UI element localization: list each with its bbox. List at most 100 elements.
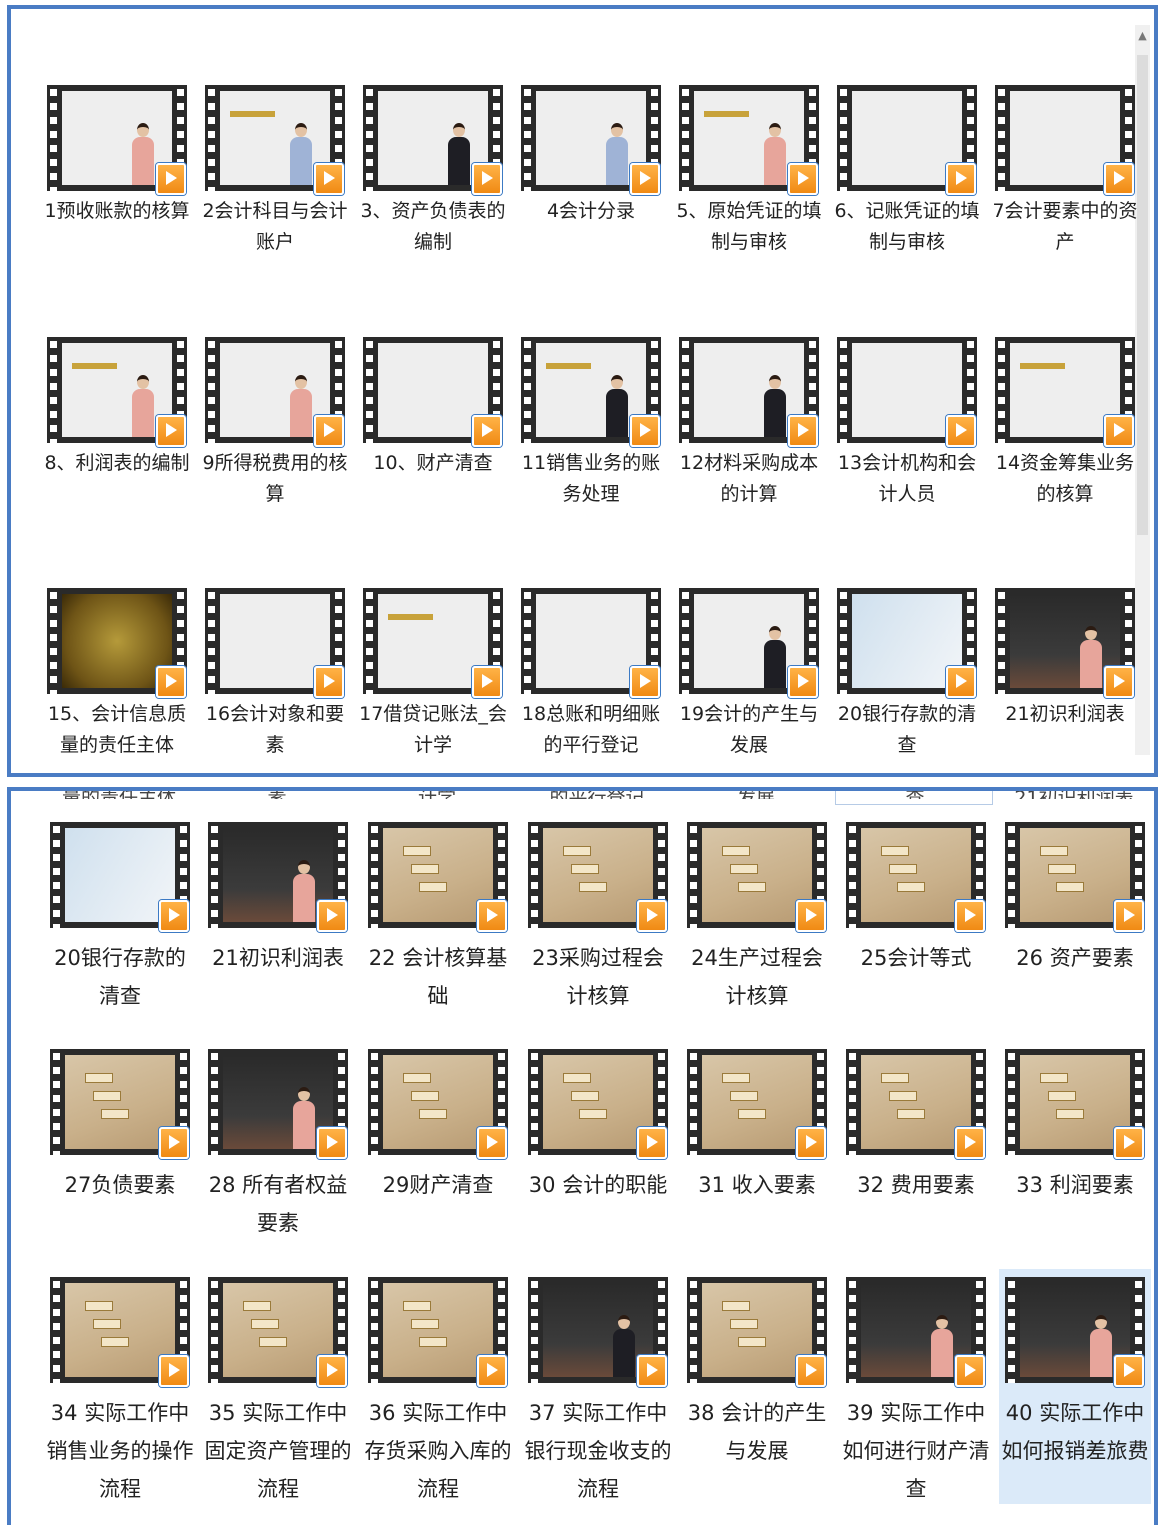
video-thumbnail[interactable] — [50, 1049, 190, 1159]
video-file-item[interactable]: 26 资产要素 — [999, 814, 1151, 1049]
video-thumbnail[interactable] — [1005, 1277, 1145, 1387]
video-thumbnail[interactable] — [47, 337, 187, 447]
video-file-item[interactable]: 16会计对象和要素 — [199, 580, 351, 773]
video-thumbnail[interactable] — [208, 1277, 348, 1387]
video-play-icon — [946, 163, 976, 195]
video-thumbnail[interactable] — [50, 1277, 190, 1387]
video-file-item[interactable]: 21初识利润表 — [202, 814, 354, 1049]
video-file-item[interactable]: 33 利润要素 — [999, 1041, 1151, 1276]
video-file-item[interactable]: 27负债要素 — [44, 1041, 196, 1276]
video-thumbnail[interactable] — [363, 85, 503, 195]
video-file-item[interactable]: 36 实际工作中存货采购入库的流程 — [362, 1269, 514, 1504]
video-thumbnail[interactable] — [679, 85, 819, 195]
video-thumbnail[interactable] — [679, 337, 819, 447]
video-thumbnail[interactable] — [995, 588, 1135, 698]
video-file-item[interactable]: 19会计的产生与发展 — [673, 580, 825, 773]
video-file-item[interactable]: 15、会计信息质量的责任主体 — [41, 580, 193, 773]
video-file-item[interactable]: 9所得税费用的核算 — [199, 329, 351, 529]
video-file-item[interactable]: 35 实际工作中固定资产管理的流程 — [202, 1269, 354, 1504]
video-thumbnail[interactable] — [368, 1277, 508, 1387]
video-file-item[interactable]: 10、财产清查 — [357, 329, 509, 529]
video-file-item[interactable]: 7会计要素中的资产 — [989, 77, 1141, 277]
video-thumbnail[interactable] — [521, 85, 661, 195]
video-file-item[interactable]: 37 实际工作中银行现金收支的流程 — [522, 1269, 674, 1504]
video-file-item[interactable]: 14资金筹集业务的核算 — [989, 329, 1141, 529]
video-file-item[interactable]: 4会计分录 — [515, 77, 667, 277]
video-file-item[interactable]: 21初识利润表 — [989, 580, 1141, 773]
video-thumbnail[interactable] — [205, 337, 345, 447]
video-file-name: 1预收账款的核算 — [44, 200, 190, 222]
video-thumbnail[interactable] — [528, 1277, 668, 1387]
video-thumbnail[interactable] — [995, 337, 1135, 447]
video-file-item[interactable]: 24生产过程会计核算 — [681, 814, 833, 1049]
video-file-item[interactable]: 32 费用要素 — [840, 1041, 992, 1276]
video-file-name: 21初识利润表 — [212, 946, 344, 970]
video-file-item[interactable]: 38 会计的产生与发展 — [681, 1269, 833, 1504]
video-file-item[interactable]: 5、原始凭证的填制与审核 — [673, 77, 825, 277]
video-thumbnail[interactable] — [1005, 1049, 1145, 1159]
video-file-item[interactable]: 25会计等式 — [840, 814, 992, 1049]
slide-diagram-box — [722, 1301, 750, 1311]
presenter-figure — [764, 626, 786, 688]
video-file-item[interactable]: 20银行存款的清查 — [831, 580, 983, 773]
video-thumbnail[interactable] — [521, 337, 661, 447]
video-thumbnail[interactable] — [837, 337, 977, 447]
video-file-item[interactable]: 12材料采购成本的计算 — [673, 329, 825, 529]
slide-diagram-box — [1056, 882, 1084, 892]
video-thumbnail[interactable] — [205, 85, 345, 195]
video-file-item[interactable]: 6、记账凭证的填制与审核 — [831, 77, 983, 277]
scroll-up-arrow-icon[interactable]: ▲ — [1135, 25, 1150, 47]
video-file-item[interactable]: 1预收账款的核算 — [41, 77, 193, 277]
slide-diagram-box — [897, 1109, 925, 1119]
video-thumbnail[interactable] — [687, 1277, 827, 1387]
video-file-item[interactable]: 29财产清查 — [362, 1041, 514, 1276]
video-file-item[interactable]: 23采购过程会计核算 — [522, 814, 674, 1049]
video-file-item[interactable]: 31 收入要素 — [681, 1041, 833, 1276]
video-thumbnail[interactable] — [521, 588, 661, 698]
presenter-figure — [1080, 626, 1102, 688]
video-thumbnail[interactable] — [205, 588, 345, 698]
presenter-head — [769, 626, 781, 640]
presenter-figure — [293, 860, 315, 922]
video-thumbnail[interactable] — [208, 822, 348, 932]
video-thumbnail[interactable] — [687, 1049, 827, 1159]
video-thumbnail[interactable] — [528, 822, 668, 932]
video-file-item[interactable]: 20银行存款的清查 — [44, 814, 196, 1049]
video-thumbnail[interactable] — [368, 822, 508, 932]
video-file-item[interactable]: 13会计机构和会计人员 — [831, 329, 983, 529]
video-thumbnail[interactable] — [363, 337, 503, 447]
slide-diagram-box — [85, 1301, 113, 1311]
video-thumbnail[interactable] — [846, 822, 986, 932]
video-file-item[interactable]: 18总账和明细账的平行登记 — [515, 580, 667, 773]
video-file-item[interactable]: 40 实际工作中如何报销差旅费 — [999, 1269, 1151, 1504]
presenter-body — [448, 137, 470, 185]
video-thumbnail[interactable] — [208, 1049, 348, 1159]
video-file-item[interactable]: 2会计科目与会计账户 — [199, 77, 351, 277]
video-thumbnail[interactable] — [846, 1049, 986, 1159]
video-file-item[interactable]: 17借贷记账法_会计学 — [357, 580, 509, 773]
video-thumbnail[interactable] — [363, 588, 503, 698]
video-thumbnail[interactable] — [528, 1049, 668, 1159]
video-file-item[interactable]: 3、资产负债表的编制 — [357, 77, 509, 277]
video-thumbnail[interactable] — [837, 85, 977, 195]
video-thumbnail[interactable] — [687, 822, 827, 932]
video-thumbnail[interactable] — [846, 1277, 986, 1387]
video-thumbnail[interactable] — [679, 588, 819, 698]
video-file-item[interactable]: 28 所有者权益要素 — [202, 1041, 354, 1276]
video-thumbnail[interactable] — [837, 588, 977, 698]
video-thumbnail[interactable] — [995, 85, 1135, 195]
presenter-figure — [764, 123, 786, 185]
video-file-item[interactable]: 34 实际工作中销售业务的操作流程 — [44, 1269, 196, 1504]
video-thumbnail[interactable] — [47, 85, 187, 195]
video-play-icon — [1114, 1127, 1144, 1159]
video-thumbnail[interactable] — [1005, 822, 1145, 932]
video-thumbnail[interactable] — [368, 1049, 508, 1159]
video-thumbnail[interactable] — [50, 822, 190, 932]
video-file-item[interactable]: 22 会计核算基础 — [362, 814, 514, 1049]
video-file-item[interactable]: 39 实际工作中如何进行财产清查 — [840, 1269, 992, 1504]
video-file-name: 10、财产清查 — [373, 452, 493, 474]
video-file-item[interactable]: 8、利润表的编制 — [41, 329, 193, 529]
video-thumbnail[interactable] — [47, 588, 187, 698]
video-file-item[interactable]: 11销售业务的账务处理 — [515, 329, 667, 529]
video-file-item[interactable]: 30 会计的职能 — [522, 1041, 674, 1276]
